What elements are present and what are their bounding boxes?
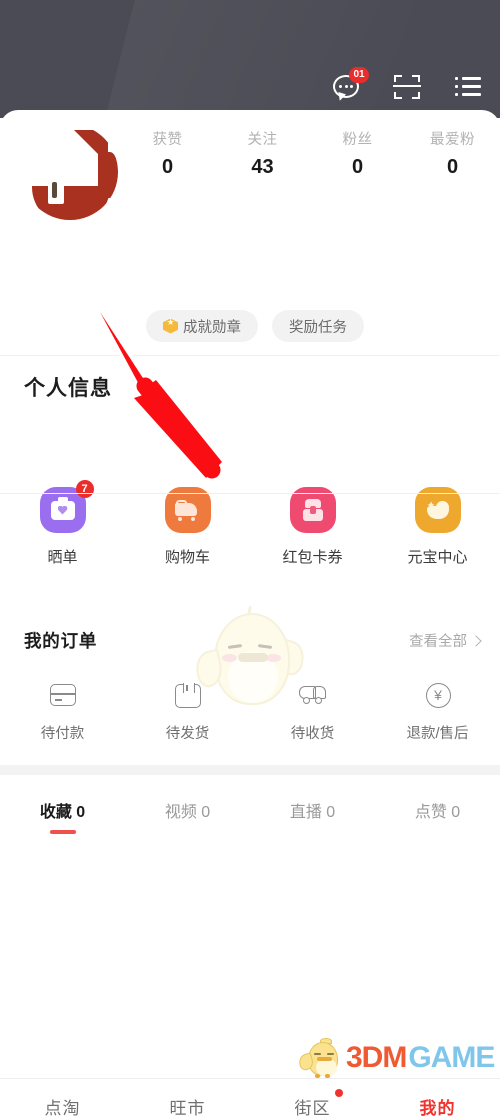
bottom-nav-diantao[interactable]: 点淘 xyxy=(0,1094,125,1119)
quick-entry-label: 购物车 xyxy=(164,549,210,566)
pill-label: 奖励任务 xyxy=(289,319,347,336)
profile-pill-group: 成就勋章 奖励任务 xyxy=(146,310,364,342)
page-title: 个人信息 xyxy=(24,377,112,400)
tab-videos[interactable]: 视频 0 xyxy=(125,798,250,822)
app-header: 01 xyxy=(0,0,500,118)
quick-entry-label: 红包卡券 xyxy=(282,549,343,566)
order-status-shipping[interactable]: 待收货 xyxy=(250,682,375,743)
stat-value: 0 xyxy=(161,156,174,178)
divider xyxy=(0,355,500,356)
yen-refund-icon: ¥ xyxy=(423,682,453,710)
profile-sheet: 获赞 0 关注 43 粉丝 0 最爱粉 0 成就勋章 奖励任务 个人信息 xyxy=(0,110,500,1118)
tab-label: 视频 0 xyxy=(164,804,211,821)
order-status-unpaid[interactable]: 待付款 xyxy=(0,682,125,743)
delivery-truck-icon xyxy=(298,682,328,710)
quick-entry-row: 7 晒单 购物车 红包卡券 ✦ 元宝中心 xyxy=(0,480,500,567)
site-watermark: 3DM GAME xyxy=(297,1038,495,1078)
view-all-orders-button[interactable]: 查看全部 xyxy=(409,630,482,651)
tab-label: 收藏 0 xyxy=(39,804,86,821)
divider xyxy=(0,493,500,494)
bottom-navigation-bar: 点淘 旺市 街区 我的 xyxy=(0,1089,500,1119)
header-icon-group: 01 xyxy=(332,67,482,103)
order-status-unshipped[interactable]: 待发货 xyxy=(125,682,250,743)
tab-label: 点赞 0 xyxy=(414,804,461,821)
order-status-label: 待收货 xyxy=(290,726,335,742)
watermark-text-secondary: GAME xyxy=(408,1041,495,1074)
achievement-medal-button[interactable]: 成就勋章 xyxy=(146,310,258,342)
tab-active-indicator xyxy=(49,830,76,834)
watermark-text-primary: 3DM xyxy=(346,1041,407,1074)
bottom-nav-label: 旺市 xyxy=(169,1099,206,1118)
view-all-label: 查看全部 xyxy=(409,634,467,650)
quick-entry-label: 元宝中心 xyxy=(407,549,468,566)
order-status-label: 待发货 xyxy=(165,726,210,742)
bottom-nav-label: 我的 xyxy=(419,1099,456,1118)
bottom-nav-jiequ[interactable]: 街区 xyxy=(250,1089,375,1119)
quick-entry-coupon[interactable]: 红包卡券 xyxy=(250,487,375,567)
profile-section: 获赞 0 关注 43 粉丝 0 最爱粉 0 xyxy=(0,110,500,240)
scan-icon[interactable] xyxy=(392,72,422,102)
tab-likes[interactable]: 点赞 0 xyxy=(375,798,500,822)
medal-icon xyxy=(163,317,178,334)
stat-label: 获赞 xyxy=(152,132,183,148)
menu-icon[interactable] xyxy=(452,72,482,102)
content-tab-bar: 收藏 0 视频 0 直播 0 点赞 0 xyxy=(0,798,500,834)
package-box-icon xyxy=(173,682,203,710)
order-status-label: 退款/售后 xyxy=(406,726,469,742)
quick-entry-shaidan[interactable]: 7 晒单 xyxy=(0,480,125,567)
stat-value: 0 xyxy=(351,156,364,178)
stat-label: 关注 xyxy=(247,132,278,148)
stat-value: 43 xyxy=(251,156,274,178)
watermark-chick-icon xyxy=(297,1038,344,1078)
quick-entry-ingot[interactable]: ✦ 元宝中心 xyxy=(375,487,500,567)
tab-live[interactable]: 直播 0 xyxy=(250,798,375,822)
order-status-label: 待付款 xyxy=(40,726,85,742)
payment-card-icon xyxy=(48,682,78,710)
quick-entry-label: 晒单 xyxy=(47,549,78,566)
order-status-row: 待付款 待发货 待收货 ¥ 退款/售后 xyxy=(0,682,500,743)
bottom-nav-wangshi[interactable]: 旺市 xyxy=(125,1094,250,1119)
orders-header: 我的订单 查看全部 xyxy=(0,628,500,653)
avatar[interactable] xyxy=(22,124,118,220)
reward-task-button[interactable]: 奖励任务 xyxy=(272,310,364,342)
quick-entry-badge: 7 xyxy=(75,480,94,498)
pill-label: 成就勋章 xyxy=(183,319,241,336)
stat-following[interactable]: 关注 43 xyxy=(215,128,310,179)
bottom-nav-divider xyxy=(0,1078,500,1079)
chevron-right-icon xyxy=(470,634,482,647)
stat-followers[interactable]: 粉丝 0 xyxy=(310,128,405,179)
notification-dot-icon xyxy=(334,1089,343,1097)
bottom-nav-label: 点淘 xyxy=(44,1099,81,1118)
order-status-refund[interactable]: ¥ 退款/售后 xyxy=(375,682,500,743)
orders-title: 我的订单 xyxy=(24,631,98,651)
stat-value: 0 xyxy=(446,156,459,178)
tab-label: 直播 0 xyxy=(289,804,336,821)
bottom-nav-mine[interactable]: 我的 xyxy=(375,1094,500,1119)
message-icon[interactable]: 01 xyxy=(332,67,369,103)
stat-label: 粉丝 xyxy=(342,132,373,148)
section-divider-band xyxy=(0,765,500,775)
bottom-nav-label: 街区 xyxy=(294,1099,331,1118)
stat-top-fans[interactable]: 最爱粉 0 xyxy=(405,128,500,179)
stat-likes[interactable]: 获赞 0 xyxy=(120,128,215,179)
message-badge: 01 xyxy=(349,67,369,83)
tab-favorites[interactable]: 收藏 0 xyxy=(0,798,125,834)
stat-label: 最爱粉 xyxy=(430,132,475,148)
profile-stats: 获赞 0 关注 43 粉丝 0 最爱粉 0 xyxy=(120,128,500,179)
quick-entry-cart[interactable]: 购物车 xyxy=(125,487,250,567)
message-bubble-tail xyxy=(335,91,347,103)
